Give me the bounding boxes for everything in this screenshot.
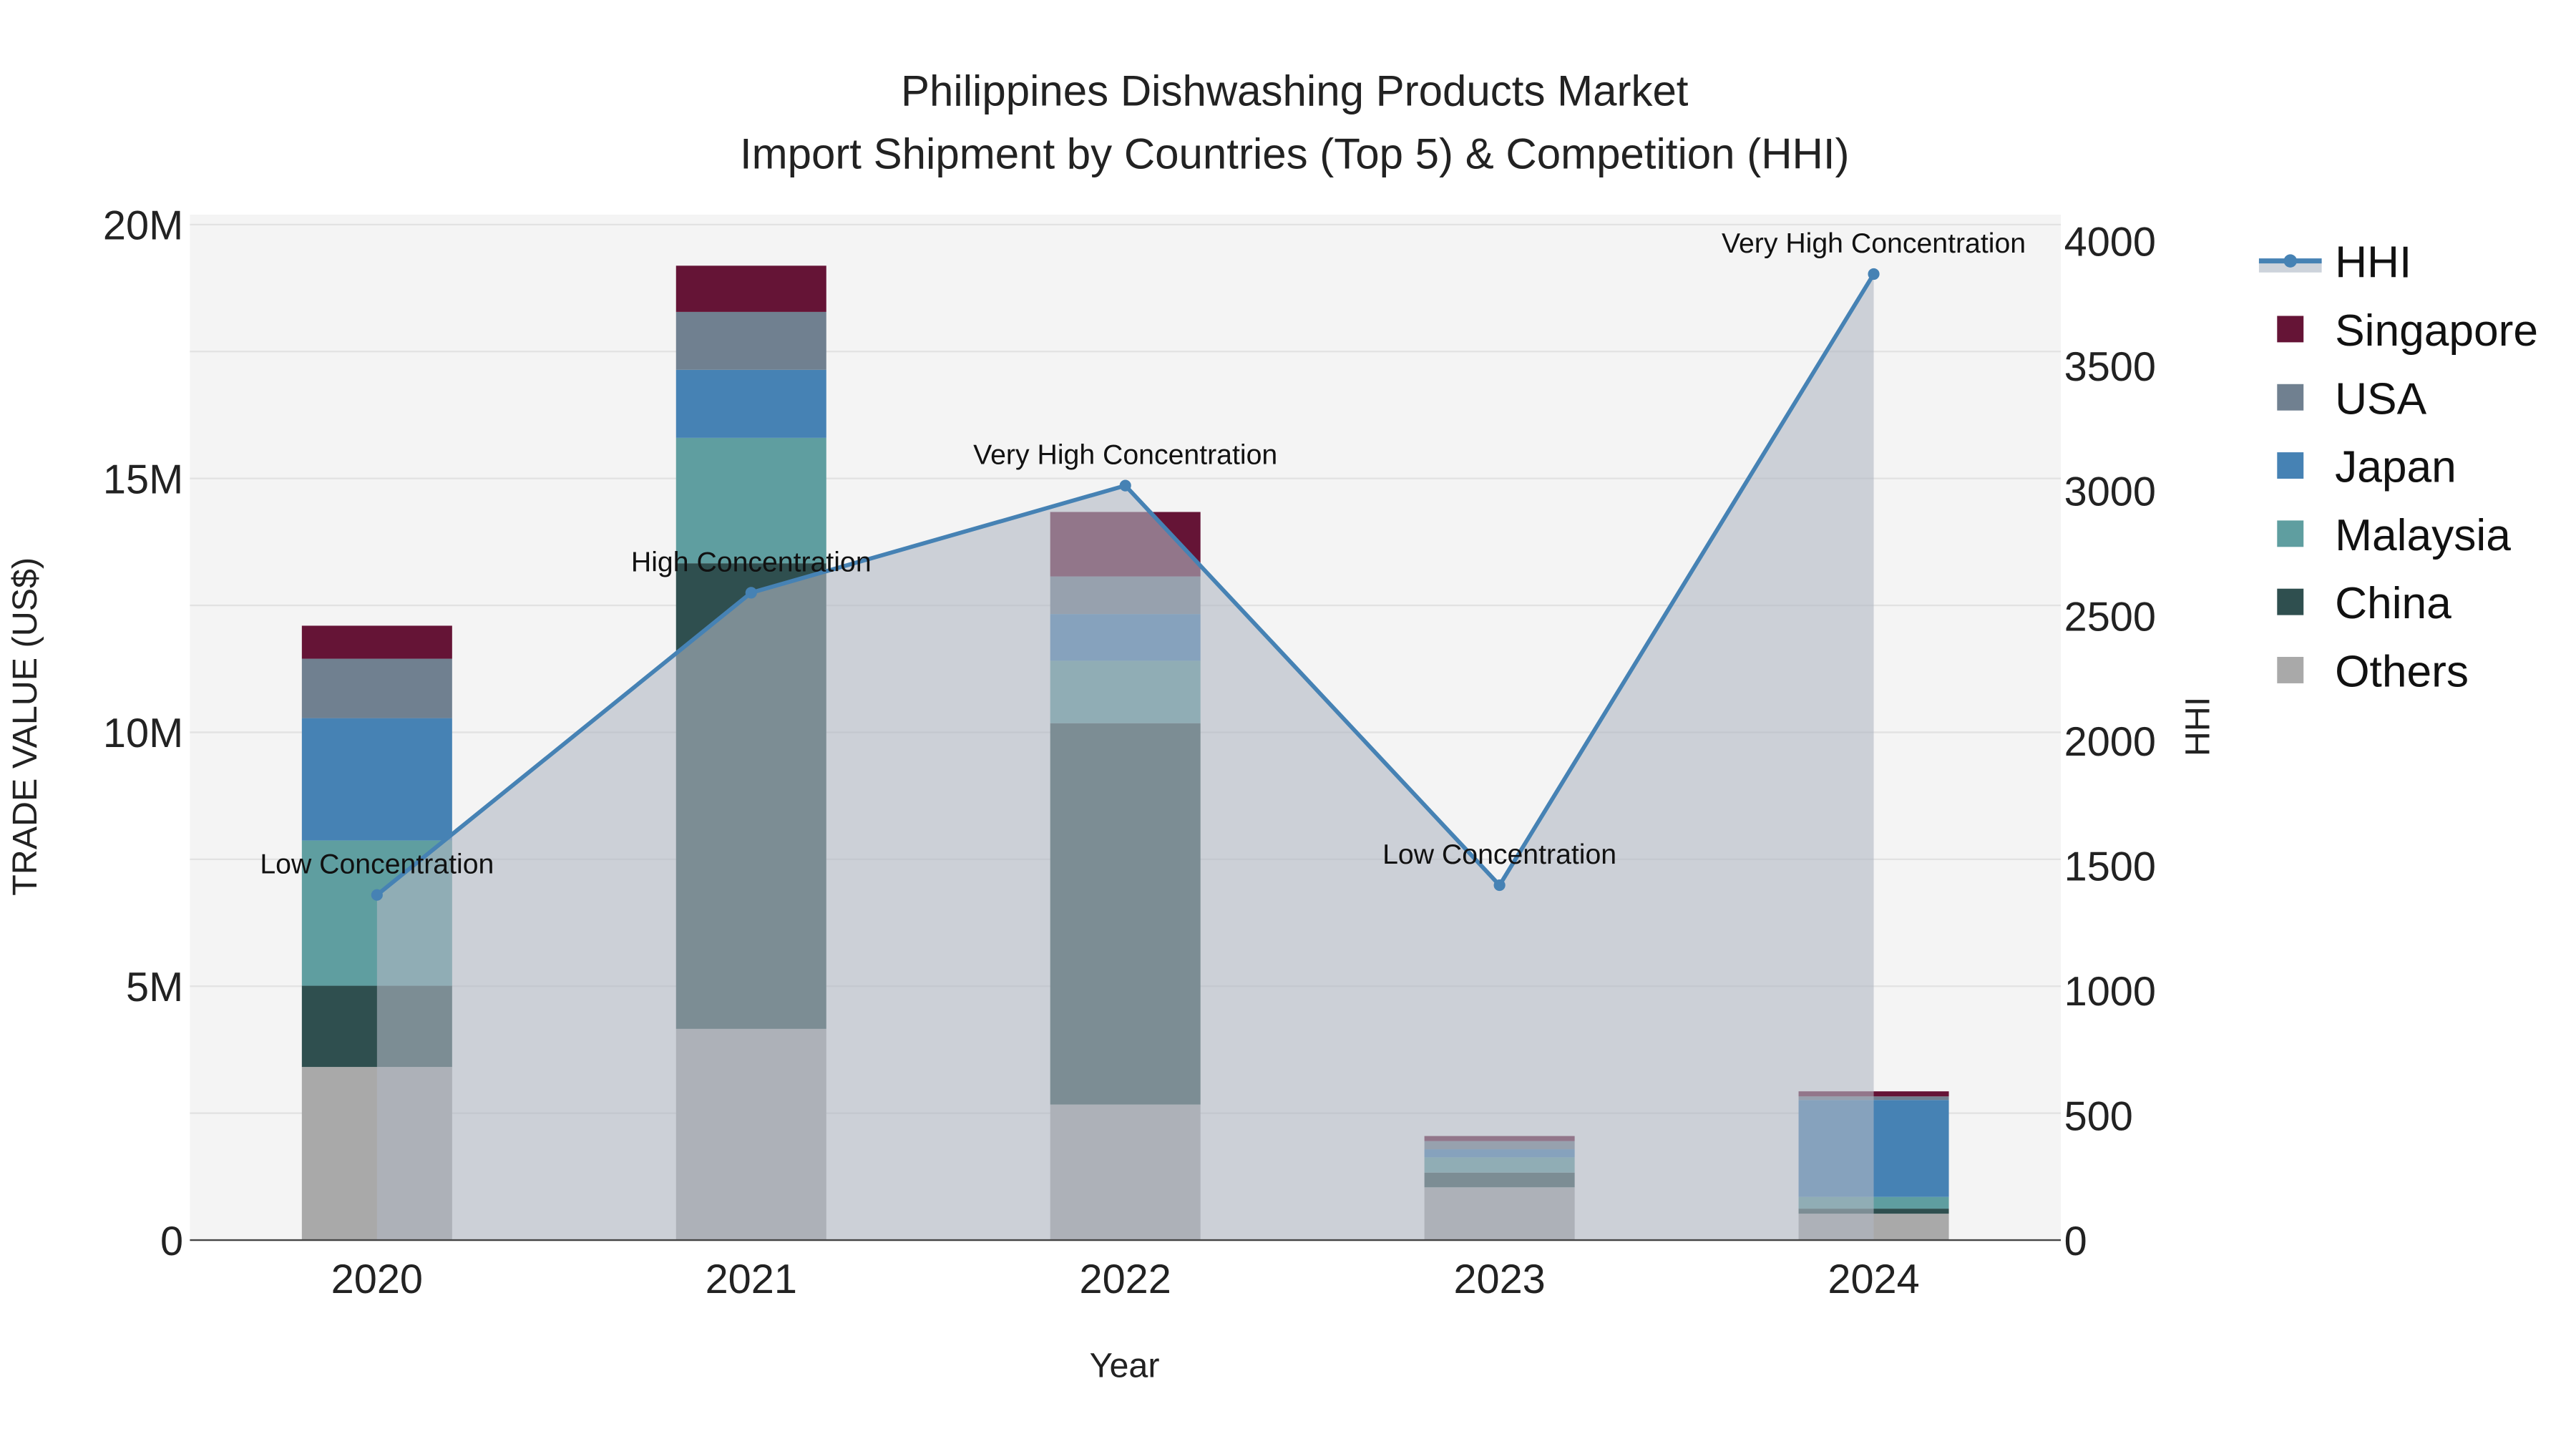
legend-item-china[interactable]: China [2277,579,2451,628]
legend-item-japan[interactable]: Japan [2277,443,2457,492]
y2-axis-label: HHI [2179,697,2218,756]
legend-item-usa[interactable]: USA [2277,374,2427,424]
y-tick-label: 10M [103,711,183,756]
x-axis-label: Year [1090,1347,1160,1385]
x-tick-label: 2023 [1453,1257,1545,1302]
legend-item-hhi[interactable]: HHI [2258,238,2411,288]
chart-subtitle: Import Shipment by Countries (Top 5) & C… [740,130,1850,177]
y2-tick-label: 2500 [2064,594,2156,640]
hhi-point-2024[interactable] [1868,268,1880,280]
legend-label: China [2335,579,2451,628]
hhi-point-2021[interactable] [745,587,757,599]
y2-tick-label: 1000 [2064,969,2156,1015]
bar-singapore-2020[interactable] [301,625,452,659]
x-tick-label: 2020 [331,1257,423,1302]
legend-label: USA [2335,374,2427,424]
legend-label: Others [2335,648,2469,697]
legend: HHI Singapore USA Japan Malaysia China Others [2258,238,2538,697]
chart-title: Philippines Dishwashing Products Market [901,67,1689,115]
hhi-annotation: Low Concentration [260,849,494,880]
hhi-annotation: Very High Concentration [1722,228,2026,259]
legend-label: Japan [2335,443,2457,492]
x-tick-label: 2021 [706,1257,797,1302]
y2-tick-label: 1500 [2064,844,2156,889]
hhi-point-2020[interactable] [371,889,383,901]
hhi-point-2023[interactable] [1493,879,1506,892]
hhi-annotation: Low Concentration [1382,839,1616,870]
legend-label: Malaysia [2335,511,2511,560]
x-tick-label: 2022 [1080,1257,1171,1302]
legend-label: HHI [2335,238,2411,288]
y2-tick-label: 0 [2064,1219,2087,1264]
legend-swatch [2277,588,2304,615]
hhi-annotation: Very High Concentration [973,439,1277,471]
y-tick-label: 0 [160,1219,183,1264]
bar-singapore-2021[interactable] [675,265,826,312]
y2-tick-label: 3500 [2064,344,2156,390]
bar-malaysia-2021[interactable] [675,437,826,564]
hhi-annotation: High Concentration [631,546,872,577]
y2-tick-label: 3000 [2064,469,2156,515]
y2-tick-label: 2000 [2064,719,2156,765]
legend-swatch [2277,520,2304,547]
legend-label: Singapore [2335,306,2538,356]
legend-swatch [2277,657,2304,683]
x-tick-label: 2024 [1828,1257,1919,1302]
legend-swatch [2277,452,2304,479]
bar-japan-2021[interactable] [675,369,826,438]
legend-swatch [2277,384,2304,411]
legend-item-malaysia[interactable]: Malaysia [2277,511,2511,560]
y2-tick-label: 500 [2064,1093,2133,1139]
bar-japan-2020[interactable] [301,718,452,841]
legend-hhi-marker [2283,254,2297,268]
y-tick-label: 20M [103,203,183,249]
chart: Low Concentration High Concentration Very … [6,67,2538,1385]
legend-item-singapore[interactable]: Singapore [2277,306,2538,356]
y-tick-label: 5M [126,965,183,1010]
bar-usa-2021[interactable] [675,311,826,370]
legend-item-others[interactable]: Others [2277,648,2469,697]
hhi-point-2022[interactable] [1119,479,1131,492]
y-axis-label: TRADE VALUE (US$) [6,557,44,896]
bar-usa-2020[interactable] [301,658,452,718]
legend-swatch [2277,316,2304,343]
y-tick-label: 15M [103,457,183,502]
y2-tick-label: 4000 [2064,220,2156,265]
